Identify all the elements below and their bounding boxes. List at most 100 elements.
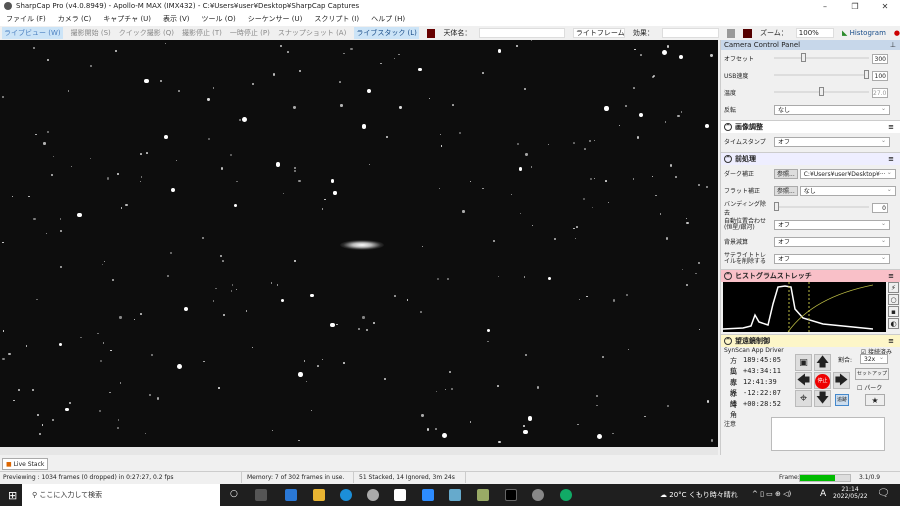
menu-icon[interactable]: ≡ — [888, 272, 894, 280]
stop-capture-button[interactable]: 撮影停止 (T) — [182, 28, 222, 38]
reticle-icon[interactable] — [426, 28, 436, 38]
task-view-icon[interactable]: ○ — [230, 489, 238, 499]
menu-camera[interactable]: カメラ (C) — [58, 14, 92, 24]
star — [230, 290, 233, 292]
live-view-button[interactable]: ライブビュー (W) — [2, 27, 63, 39]
magnifier-icon[interactable]: ● — [894, 29, 900, 37]
flip-select[interactable]: なし — [774, 104, 890, 115]
usb-input[interactable]: 100 — [872, 70, 888, 81]
offset-input[interactable]: 300 — [872, 53, 888, 64]
minimize-button[interactable]: – — [810, 2, 840, 11]
app-icon[interactable] — [560, 489, 572, 501]
histogram-section[interactable]: ^ ヒストグラムストレッチ ≡ — [721, 269, 900, 282]
offset-slider[interactable] — [774, 52, 869, 65]
clock[interactable]: 21:14 2022/05/22 — [833, 486, 868, 500]
setup-button[interactable]: セットアップ — [855, 368, 890, 380]
banding-slider[interactable] — [774, 201, 869, 214]
tray-icons[interactable]: ^ ▯ ▭ ⊕ ◁) — [752, 490, 791, 498]
rate-select[interactable]: 32x — [860, 353, 888, 364]
windows-start-icon[interactable]: ⊞ — [8, 489, 17, 502]
grid-icon[interactable] — [726, 28, 736, 38]
image-viewer[interactable] — [0, 40, 718, 447]
east-button[interactable]: 🡆 — [833, 372, 850, 389]
sharpcap-icon[interactable] — [532, 489, 544, 501]
search-box[interactable]: ⚲ ここに入力して検索 — [22, 484, 220, 506]
frame-type-select[interactable]: ライトフレーム — [572, 28, 625, 38]
goto-target-button[interactable]: ⌖ — [795, 390, 812, 407]
mail-icon[interactable] — [285, 489, 297, 501]
effect-select[interactable] — [661, 28, 719, 38]
star — [36, 299, 38, 301]
coord-value: 12:41:39 — [743, 378, 777, 386]
save-icon[interactable]: ▪ — [888, 306, 899, 317]
flat-browse-button[interactable]: 参照... — [774, 185, 798, 196]
horizontal-scrollbar[interactable] — [0, 447, 718, 455]
app-icon[interactable] — [449, 489, 461, 501]
telescope-section[interactable]: ^ 望遠鏡制御 ≡ — [721, 334, 900, 347]
close-button[interactable]: ✕ — [870, 2, 900, 11]
ime-indicator[interactable]: A — [820, 489, 826, 499]
snapshot-button[interactable]: スナップショット (A) — [278, 28, 346, 38]
contrast-icon[interactable]: ◐ — [888, 318, 899, 329]
dark-select[interactable]: C:¥Users¥user¥Desktop¥··· — [799, 168, 896, 179]
auto-stretch-icon[interactable]: ⚡ — [888, 282, 899, 293]
zoom-select[interactable]: 100% — [795, 28, 834, 38]
menu-icon[interactable]: ≡ — [888, 123, 894, 131]
menu-capture[interactable]: キャプチャ (U) — [103, 14, 151, 24]
edge-icon[interactable] — [340, 489, 352, 501]
menu-sequencer[interactable]: シーケンサー (U) — [248, 14, 303, 24]
pause-button[interactable]: 一時停止 (P) — [230, 28, 270, 38]
widgets-icon[interactable] — [255, 489, 267, 501]
menu-icon[interactable]: ≡ — [888, 337, 894, 345]
menu-scripting[interactable]: スクリプト (I) — [314, 14, 359, 24]
histogram-button[interactable]: ◣ Histogram — [842, 29, 886, 37]
app-icon[interactable] — [505, 489, 517, 501]
app-icon[interactable] — [367, 489, 379, 501]
dark-browse-button[interactable]: 参照... — [774, 168, 798, 179]
favorites-button[interactable]: ★ — [865, 394, 885, 406]
menu-view[interactable]: 表示 (V) — [163, 14, 189, 24]
image-adjust-section[interactable]: ^ 画像調整 ≡ — [721, 120, 900, 133]
collapse-icon[interactable]: ^ — [724, 123, 732, 131]
satellite-select[interactable]: オフ — [774, 253, 890, 264]
park-checkbox[interactable]: ☐ パーク — [857, 383, 882, 392]
preprocess-section[interactable]: ^ 前処理 ≡ — [721, 152, 900, 165]
align-select[interactable]: オフ — [774, 219, 890, 230]
zoom-app-icon[interactable] — [422, 489, 434, 501]
target-input[interactable] — [479, 28, 565, 38]
store-icon[interactable] — [394, 489, 406, 501]
histogram-chart[interactable]: ⚡ ○ ▪ ◐ — [722, 282, 899, 333]
crosshair-icon[interactable] — [743, 28, 752, 38]
timestamp-select[interactable]: オフ — [774, 136, 890, 147]
paint-icon[interactable] — [477, 489, 489, 501]
live-stack-button[interactable]: ライブスタック (L) — [354, 27, 419, 39]
usb-slider[interactable] — [774, 69, 869, 82]
notification-icon[interactable]: 🗨 — [877, 488, 890, 499]
banding-input[interactable]: 0 — [872, 202, 888, 213]
quick-capture-button[interactable]: クイック撮影 (Q) — [119, 28, 174, 38]
collapse-icon[interactable]: ^ — [724, 155, 732, 163]
spiral-search-button[interactable]: ▣ — [795, 354, 812, 371]
stop-button[interactable]: 停止 — [814, 372, 831, 389]
live-stack-tab[interactable]: ■ Live Stack — [2, 458, 49, 470]
menu-file[interactable]: ファイル (F) — [6, 14, 46, 24]
star — [448, 370, 452, 374]
west-button[interactable]: 🡄 — [795, 372, 812, 389]
reset-icon[interactable]: ○ — [888, 294, 899, 305]
start-capture-button[interactable]: 撮影開始 (S) — [71, 28, 111, 38]
menu-tools[interactable]: ツール (O) — [202, 14, 236, 24]
north-button[interactable]: 🡅 — [814, 354, 831, 371]
south-button[interactable]: 🡇 — [814, 390, 831, 407]
pin-icon[interactable]: ⊥ — [890, 40, 896, 50]
collapse-icon[interactable]: ^ — [724, 337, 732, 345]
bg-select[interactable]: オフ — [774, 236, 890, 247]
menu-help[interactable]: ヘルプ (H) — [371, 14, 405, 24]
notes-input[interactable] — [771, 417, 885, 451]
flat-select[interactable]: なし — [799, 185, 896, 196]
restore-button[interactable]: ❐ — [840, 2, 870, 11]
track-button[interactable]: 追跡 — [835, 394, 850, 406]
explorer-icon[interactable] — [313, 489, 325, 501]
collapse-icon[interactable]: ^ — [724, 272, 732, 280]
menu-icon[interactable]: ≡ — [888, 155, 894, 163]
weather-widget[interactable]: ☁ 20°C くもり時々晴れ — [660, 490, 738, 500]
